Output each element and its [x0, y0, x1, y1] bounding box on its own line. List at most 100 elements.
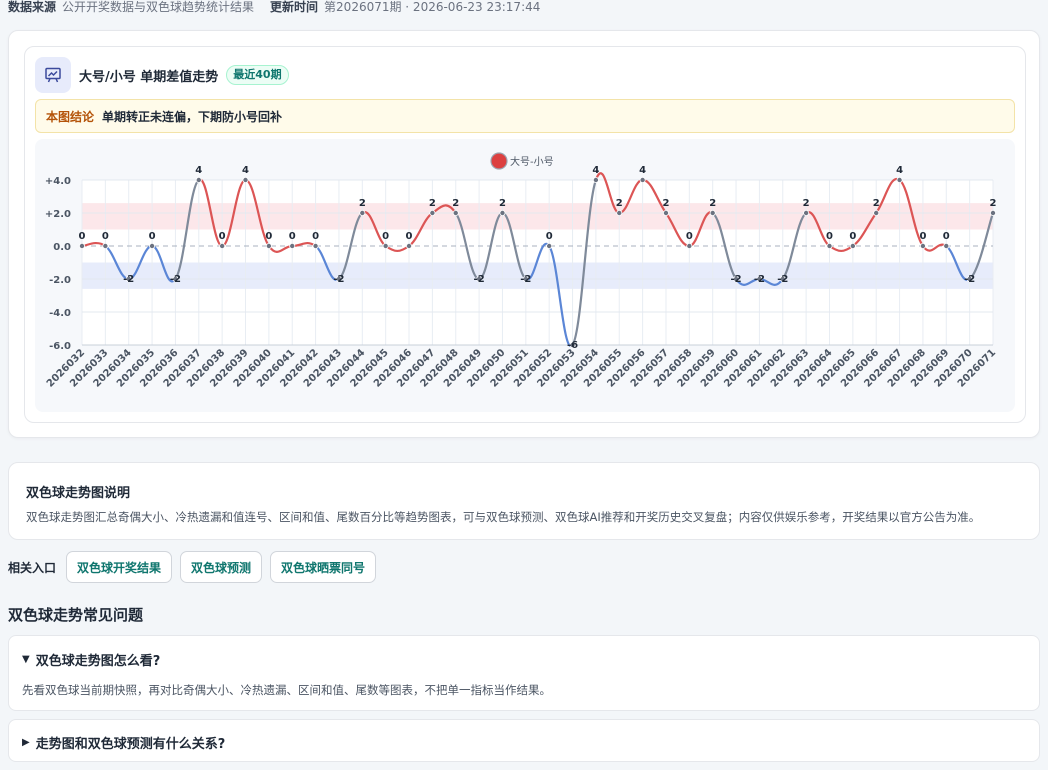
range-band — [82, 203, 993, 230]
meta-bar: 数据来源 公开开奖数据与双色球趋势统计结果 更新时间 第2026071期 · 2026… — [8, 0, 540, 14]
data-label: 0 — [79, 231, 86, 242]
data-point — [849, 243, 856, 250]
faq-question-text: 走势图和双色球预测有什么关系? — [35, 737, 226, 752]
conclusion-tag: 本图结论 — [46, 109, 95, 124]
y-tick-label: -4.0 — [49, 308, 71, 319]
y-tick-label: -6.0 — [49, 341, 71, 352]
link-draw-results[interactable]: 双色球开奖结果 — [66, 551, 173, 583]
data-label: 4 — [242, 165, 249, 176]
chart-section: 大号/小号 单期差值走势 最近40期 本图结论 单期转正未连偏，下期防小号回补 … — [8, 30, 1040, 438]
data-label: 4 — [639, 165, 646, 176]
data-label: 2 — [662, 198, 669, 209]
data-label: 0 — [312, 231, 319, 242]
data-point — [79, 243, 86, 250]
y-tick-label: +4.0 — [45, 176, 71, 187]
chart-area: +4.0 +2.0 0.0 -2.0 -4.0 -6.0 0 0 -2 0 -2 4 0 4 0 0 0 -2 2 0… — [35, 139, 1015, 412]
link-prediction[interactable]: 双色球预测 — [180, 551, 263, 583]
data-label: 2 — [990, 198, 997, 209]
data-label: -2 — [520, 274, 531, 285]
data-point — [242, 177, 249, 184]
data-label: 0 — [919, 231, 926, 242]
data-label: 4 — [195, 165, 202, 176]
data-label: 0 — [219, 231, 226, 242]
data-label: 0 — [826, 231, 833, 242]
y-tick-label: +2.0 — [45, 209, 71, 220]
data-label: 4 — [592, 165, 599, 176]
data-label: 2 — [429, 198, 436, 209]
data-label: -2 — [754, 274, 765, 285]
data-label: -2 — [474, 274, 485, 285]
faq-item: ▶ 走势图和双色球预测有什么关系? — [8, 719, 1040, 762]
data-label: 0 — [265, 231, 272, 242]
update-label: 更新时间 — [270, 0, 319, 14]
data-point — [219, 243, 226, 250]
data-label: 2 — [803, 198, 810, 209]
y-tick-label: -2.0 — [49, 275, 71, 286]
data-point — [452, 210, 459, 217]
data-label: 0 — [546, 231, 553, 242]
caret-right-icon: ▶ — [22, 737, 30, 748]
legend-marker — [490, 152, 508, 170]
data-label: 0 — [382, 231, 389, 242]
data-point — [826, 243, 833, 250]
data-point — [686, 243, 693, 250]
faq-answer: 先看双色球当前期快照，再对比奇偶大小、冷热遗漏、区间和值、尾数等图表，不把单一指… — [22, 683, 551, 697]
chart-header: 大号/小号 单期差值走势 最近40期 — [35, 57, 289, 93]
data-point — [499, 210, 506, 217]
related-label: 相关入口 — [8, 560, 57, 575]
faq-question[interactable]: ▶ 走势图和双色球预测有什么关系? — [22, 733, 225, 752]
data-point — [312, 243, 319, 250]
source-label: 数据来源 — [8, 0, 57, 14]
data-label: -2 — [730, 274, 741, 285]
data-label: 0 — [289, 231, 296, 242]
data-point — [546, 243, 553, 250]
range-band — [82, 262, 993, 289]
faq-question-text: 双色球走势图怎么看? — [35, 654, 161, 669]
update-value: 第2026071期 · 2026-06-23 23:17:44 — [324, 0, 541, 14]
data-point — [359, 210, 366, 217]
data-point — [265, 243, 272, 250]
data-point — [662, 210, 669, 217]
data-point — [639, 177, 646, 184]
data-point — [896, 177, 903, 184]
related-links: 相关入口 双色球开奖结果 双色球预测 双色球晒票同号 — [8, 551, 384, 583]
data-point — [382, 243, 389, 250]
data-label: 2 — [452, 198, 459, 209]
data-label: 2 — [499, 198, 506, 209]
data-point — [616, 210, 623, 217]
chart-title: 大号/小号 单期差值走势 — [79, 69, 219, 85]
caret-down-icon: ▼ — [22, 654, 30, 665]
data-point — [289, 243, 296, 250]
source-value: 公开开奖数据与双色球趋势统计结果 — [62, 0, 255, 14]
data-label: 4 — [896, 165, 903, 176]
data-point — [102, 243, 109, 250]
data-label: -2 — [777, 274, 788, 285]
data-label: -2 — [170, 274, 181, 285]
data-label: -2 — [964, 274, 975, 285]
faq-item: ▼ 双色球走势图怎么看? 先看双色球当前期快照，再对比奇偶大小、冷热遗漏、区间和… — [8, 635, 1040, 711]
link-ticket-share[interactable]: 双色球晒票同号 — [270, 551, 377, 583]
data-label: 0 — [943, 231, 950, 242]
y-tick-label: 0.0 — [53, 242, 71, 253]
data-point — [803, 210, 810, 217]
data-point — [406, 243, 413, 250]
faq-question[interactable]: ▼ 双色球走势图怎么看? — [22, 650, 160, 669]
chart-card: 大号/小号 单期差值走势 最近40期 本图结论 单期转正未连偏，下期防小号回补 … — [24, 46, 1026, 423]
presentation-chart-icon — [35, 57, 71, 93]
data-label: 2 — [709, 198, 716, 209]
data-label: -2 — [123, 274, 134, 285]
data-label: 0 — [406, 231, 413, 242]
data-label: 0 — [102, 231, 109, 242]
trend-chart: +4.0 +2.0 0.0 -2.0 -4.0 -6.0 0 0 -2 0 -2 4 0 4 0 0 0 -2 2 0… — [45, 152, 998, 390]
info-card: 双色球走势图说明 双色球走势图汇总奇偶大小、冷热遗漏和值连号、区间和值、尾数百分… — [8, 462, 1040, 540]
info-description: 双色球走势图汇总奇偶大小、冷热遗漏和值连号、区间和值、尾数百分比等趋势图表，可与… — [26, 510, 981, 524]
info-title: 双色球走势图说明 — [26, 486, 131, 501]
data-label: 2 — [359, 198, 366, 209]
data-point — [943, 243, 950, 250]
data-point — [429, 210, 436, 217]
data-label: 2 — [616, 198, 623, 209]
data-point — [195, 177, 202, 184]
conclusion-text: 单期转正未连偏，下期防小号回补 — [102, 109, 283, 124]
data-point — [990, 210, 997, 217]
faq-title: 双色球走势常见问题 — [8, 606, 144, 624]
